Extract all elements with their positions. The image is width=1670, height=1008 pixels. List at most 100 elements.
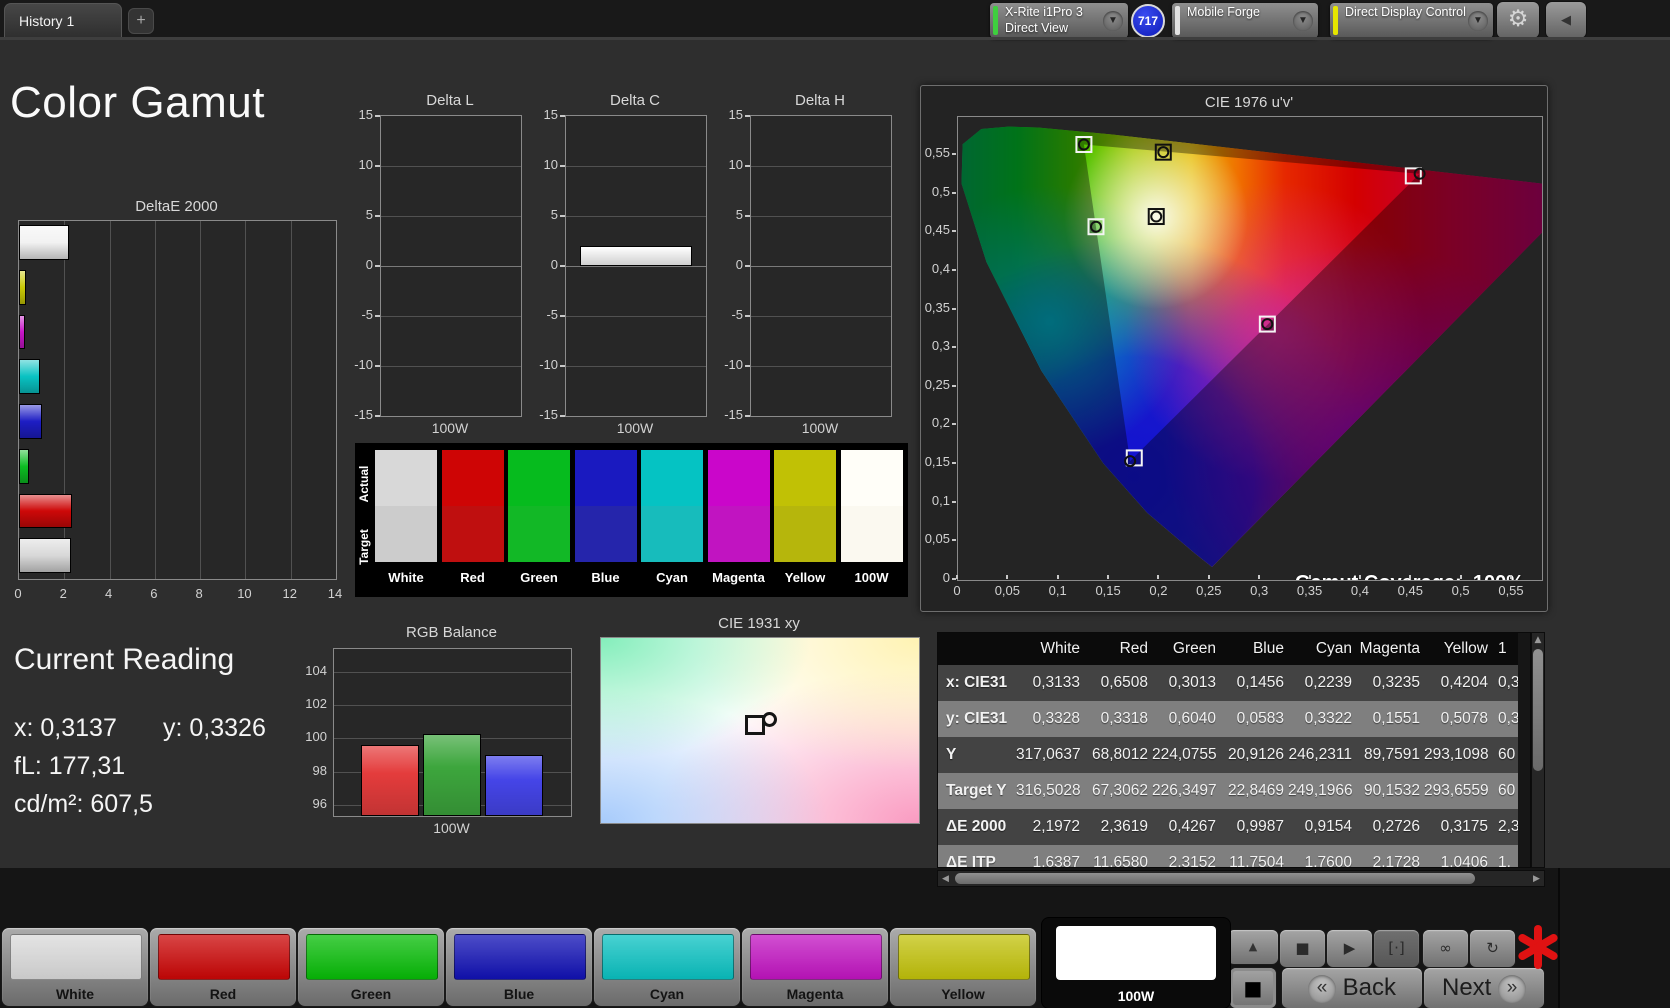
tick-mark (1107, 575, 1110, 579)
delta-bar (580, 246, 692, 266)
pattern-button-green[interactable]: Green (298, 928, 444, 1006)
tick-mark (560, 115, 565, 117)
cie-1976-plot: Gamut Coverage: 100% (957, 116, 1543, 581)
rgb-bar-blue (485, 755, 543, 816)
transport-single-pattern-button[interactable]: [·] (1374, 930, 1419, 967)
table-value-clipped: 0,3 (1498, 710, 1518, 727)
x-axis-label: 100W (616, 420, 654, 436)
back-chevron-icon: « (1307, 974, 1336, 1003)
x-axis-tick-label: 0,3 (1250, 583, 1269, 598)
pattern-button-white[interactable]: White (2, 928, 148, 1006)
tab-history-1[interactable]: History 1 (4, 3, 122, 37)
table-row: Target Y 316,5028 67,3062 226,3497 22,8469 24… (938, 773, 1518, 809)
gear-icon[interactable]: ⚙ (1497, 2, 1539, 38)
back-button[interactable]: « Back (1282, 968, 1422, 1008)
pattern-label: White (55, 986, 95, 1002)
pattern-label: Magenta (786, 986, 844, 1002)
swatch-label: Red (460, 570, 485, 585)
transport-stop-button[interactable]: ■ (1280, 930, 1325, 967)
y-axis-tick-label: 0,45 (924, 222, 950, 238)
horizontal-scroll-thumb[interactable] (955, 873, 1475, 884)
current-reading-title: Current Reading (14, 643, 235, 676)
transport-continuous-button[interactable]: ∞ (1423, 930, 1468, 967)
next-button[interactable]: Next » (1424, 968, 1544, 1008)
meter-dropdown[interactable]: X-Rite i1Pro 3 Direct View ▼ (990, 3, 1128, 38)
gridline (381, 216, 521, 217)
pattern-source-dropdown[interactable]: Mobile Forge ▼ (1172, 3, 1318, 38)
deltae-bar-green (19, 448, 29, 484)
tick-mark (560, 165, 565, 167)
swatch-label: Green (520, 570, 558, 585)
table-value-clipped: 1, (1498, 854, 1511, 868)
add-tab-button[interactable]: + (128, 8, 154, 34)
table-vertical-scrollbar[interactable]: ▲ (1531, 632, 1545, 868)
show-pattern-window-chevron-icon[interactable]: ▲ (1228, 930, 1278, 964)
x-axis-label: 100W (801, 420, 839, 436)
transport-play-button[interactable]: ▶ (1327, 930, 1372, 967)
scroll-right-icon[interactable]: ▶ (1530, 874, 1543, 884)
row-label: y: CIE31 (946, 710, 1008, 727)
swatch-label: White (388, 570, 424, 585)
pattern-swatch (158, 934, 290, 980)
table-value-clipped: 60 (1498, 746, 1516, 763)
x-axis-tick-label: 10 (237, 586, 252, 601)
table-value: 90,1532 (1363, 782, 1420, 799)
pattern-button-yellow[interactable]: Yellow (890, 928, 1036, 1006)
scroll-up-icon[interactable]: ▲ (1532, 635, 1544, 645)
rgb-balance-chart: RGB Balance 100W 104 102 100 98 96 (300, 622, 576, 844)
next-chevron-icon: » (1498, 974, 1527, 1003)
swatch-label: Magenta (712, 570, 765, 585)
tick-mark (952, 384, 956, 387)
pattern-source-label: Mobile Forge (1187, 5, 1260, 19)
pattern-button-100w[interactable]: 100W (1042, 918, 1230, 1008)
table-horizontal-scrollbar[interactable]: ◀ ▶ (937, 870, 1545, 887)
swatch-green-actual (508, 450, 570, 506)
chart-title: CIE 1976 u'v' (1204, 94, 1294, 111)
chart-title: Delta C (609, 92, 661, 109)
pattern-label: Green (350, 986, 392, 1002)
vertical-scroll-thumb[interactable] (1533, 649, 1543, 771)
meter-dropdown-label: X-Rite i1Pro 3 Direct View (1005, 5, 1083, 35)
meter-count-badge[interactable]: 717 (1131, 4, 1165, 38)
table-value: 20,9126 (1227, 746, 1284, 763)
swatch-label: 100W (854, 570, 889, 585)
table-content: White Red Green Blue Cyan Magenta Yellow 1 x: CI… (937, 632, 1531, 868)
tick-mark (952, 307, 956, 310)
pattern-button-cyan[interactable]: Cyan (594, 928, 740, 1006)
display-control-dropdown[interactable]: Direct Display Control ▼ (1330, 3, 1493, 38)
table-value: 317,0637 (1016, 746, 1081, 763)
swatch-red-target (441, 506, 504, 562)
gridline (751, 316, 891, 317)
pattern-button-red[interactable]: Red (150, 928, 296, 1006)
table-value: 293,6559 (1424, 782, 1489, 799)
collapse-panel-icon[interactable]: ◀ (1546, 2, 1586, 38)
cie-1976-uv-chart: CIE 1976 u'v' 0,55 0,5 0,45 0,4 0,35 0,3… (920, 85, 1548, 612)
transport-refresh-button[interactable]: ↻ (1470, 930, 1515, 967)
y-axis-tick-label: 0 (550, 257, 558, 272)
pattern-button-magenta[interactable]: Magenta (742, 928, 888, 1006)
table-value: 1,6387 (1032, 854, 1080, 868)
chevron-down-icon: ▼ (1468, 11, 1488, 31)
scroll-left-icon[interactable]: ◀ (939, 874, 952, 884)
pattern-button-blue[interactable]: Blue (446, 928, 592, 1006)
table-row: x: CIE31 0,3133 0,6508 0,3013 0,1456 0,2239 0,… (938, 665, 1518, 701)
table-value-clipped: 0,3 (1498, 674, 1518, 691)
swatch-blue-target (574, 506, 637, 562)
swatch-yellow-actual (774, 450, 836, 506)
table-header-row: White Red Green Blue Cyan Magenta Yellow 1 (938, 633, 1518, 665)
y-axis-tick-label: 10 (543, 157, 558, 172)
tick-mark (560, 265, 565, 267)
x-axis-tick-label: 0,2 (1149, 583, 1168, 598)
pattern-window-icon[interactable]: ■ (1230, 968, 1276, 1008)
gridline (751, 366, 891, 367)
x-axis-tick-label: 14 (327, 586, 343, 601)
pattern-label: Red (209, 986, 237, 1002)
y-axis-tick-label: 102 (305, 695, 327, 711)
x-axis-tick-label: 0,15 (1095, 583, 1121, 598)
gridline (751, 166, 891, 167)
table-value: 246,2311 (1288, 746, 1353, 763)
y-axis-tick-label: 0,25 (924, 376, 950, 392)
y-axis-tick-label: -5 (546, 307, 558, 322)
gridline (381, 316, 521, 317)
next-label: Next (1441, 974, 1492, 1001)
